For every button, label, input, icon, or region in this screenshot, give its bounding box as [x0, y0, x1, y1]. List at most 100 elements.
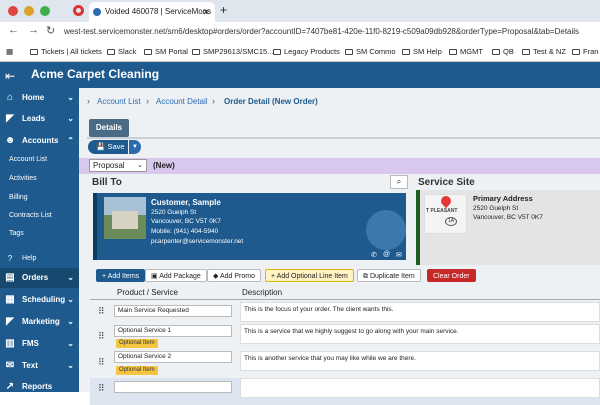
- favicon-icon: [93, 8, 101, 16]
- sidebar-item-home[interactable]: ⌂ Home ⌄: [0, 88, 79, 108]
- chevron-down-icon: ⌄: [137, 162, 143, 169]
- tab-details[interactable]: Details: [89, 119, 129, 137]
- app-title: Acme Carpet Cleaning: [31, 67, 160, 81]
- sidebar-item-scheduling[interactable]: ▦ Scheduling ⌄: [0, 290, 79, 310]
- breadcrumb-current: Order Detail (New Order): [224, 97, 318, 106]
- apps-icon[interactable]: ▦: [6, 47, 13, 56]
- optional-item-badge: Optional Item: [116, 339, 158, 348]
- house-photo: [104, 197, 146, 239]
- add-package-button[interactable]: ▣ Add Package: [145, 269, 207, 282]
- chevron-down-icon: ⌄: [67, 317, 74, 326]
- search-icon[interactable]: ⌕: [390, 175, 408, 189]
- drag-handle-icon[interactable]: ⠿: [98, 357, 105, 368]
- chevron-down-icon: ⌄: [67, 339, 74, 348]
- bookmark-item[interactable]: Test & NZ: [522, 47, 566, 56]
- drag-handle-icon[interactable]: ⠿: [98, 331, 105, 342]
- close-tab-icon[interactable]: ✕: [202, 2, 210, 22]
- customer-mobile: Mobile: (941) 404-5940: [151, 228, 219, 235]
- url-field[interactable]: west-test.servicemonster.net/sm6/desktop…: [64, 25, 600, 39]
- sidebar-sub-billing[interactable]: Billing: [0, 189, 79, 207]
- chevron-down-icon: ⌄: [67, 114, 74, 123]
- save-button[interactable]: 💾 Save: [88, 140, 128, 154]
- product-field[interactable]: [114, 381, 232, 393]
- product-field[interactable]: Optional Service 1: [114, 325, 232, 337]
- site-street: 2520 Guelph St: [473, 205, 519, 212]
- sidebar-item-fms[interactable]: ▥ FMS ⌄: [0, 334, 79, 354]
- home-icon: ⌂: [6, 92, 14, 103]
- column-header-description: Description: [242, 288, 283, 297]
- sidebar-sub-account-list[interactable]: Account List: [0, 151, 79, 169]
- customer-name[interactable]: Customer, Sample: [151, 198, 221, 207]
- phone-icon[interactable]: ✆: [371, 251, 377, 259]
- column-header-product: Product / Service: [117, 288, 178, 297]
- customer-city: Vancouver, BC V5T 0K7: [151, 218, 221, 225]
- breadcrumb-account-list[interactable]: Account List: [97, 97, 141, 106]
- bookmark-item[interactable]: SM Commo: [345, 47, 396, 56]
- bookmarks-bar: ▦ Tickets | All tickets Slack SM Portal …: [0, 42, 600, 62]
- bookmark-item[interactable]: SM Portal: [144, 47, 188, 56]
- bookmark-item[interactable]: QB: [492, 47, 514, 56]
- window-minimize-dot[interactable]: [24, 6, 34, 16]
- bookmark-item[interactable]: Tickets | All tickets: [30, 47, 102, 56]
- back-icon[interactable]: ←: [8, 24, 19, 36]
- decorative-circle: [366, 210, 406, 250]
- browser-tab[interactable]: Voided 460078 | ServiceMons ✕: [89, 2, 215, 22]
- bookmark-item[interactable]: SM Help: [402, 47, 442, 56]
- sidebar-item-reports[interactable]: ↗ Reports: [0, 377, 79, 397]
- product-field[interactable]: Main Service Requested: [114, 305, 232, 317]
- breadcrumb-account-detail[interactable]: Account Detail: [156, 97, 208, 106]
- description-field[interactable]: This is the focus of your order. The cli…: [240, 302, 600, 322]
- customer-email: pcarpenter@servicemonster.net: [151, 238, 244, 245]
- line-chart-icon: ↗: [5, 381, 15, 392]
- duplicate-item-button[interactable]: ⧉ Duplicate Item: [357, 269, 421, 282]
- megaphone-icon: ◤: [6, 316, 14, 327]
- bookmark-item[interactable]: SMP29613/SMC15...: [192, 47, 273, 56]
- service-site-heading: Service Site: [418, 177, 475, 188]
- sidebar-item-marketing[interactable]: ◤ Marketing ⌄: [0, 312, 79, 332]
- description-field[interactable]: [240, 378, 600, 398]
- email-icon[interactable]: ✉: [396, 251, 402, 259]
- sidebar-sub-contracts-list[interactable]: Contracts List: [0, 207, 79, 225]
- chevron-down-icon: ⌄: [67, 93, 74, 102]
- drag-handle-icon[interactable]: ⠿: [98, 383, 105, 394]
- clear-order-button[interactable]: Clear Order: [427, 269, 476, 282]
- menu-collapse-icon[interactable]: ⇤: [5, 69, 15, 83]
- bookmark-item[interactable]: Slack: [107, 47, 136, 56]
- users-icon: ☻: [4, 135, 16, 146]
- description-field[interactable]: This is another service that you may lik…: [240, 351, 600, 371]
- optional-item-badge: Optional Item: [116, 366, 158, 375]
- at-icon[interactable]: @: [383, 251, 390, 258]
- map-badge: 1A: [445, 217, 457, 226]
- bookmark-item[interactable]: Legacy Products: [273, 47, 340, 56]
- description-field[interactable]: This is a service that we highly suggest…: [240, 324, 600, 344]
- new-tab-button[interactable]: +: [220, 3, 227, 17]
- address-bar: ← → ↻ west-test.servicemonster.net/sm6/d…: [0, 22, 600, 42]
- add-items-button[interactable]: + Add Items: [96, 269, 146, 282]
- order-type-select[interactable]: Proposal ⌄: [89, 159, 147, 172]
- add-optional-line-item-button[interactable]: + Add Optional Line Item: [265, 269, 354, 282]
- tab-title: Voided 460078 | ServiceMons: [105, 7, 212, 16]
- sidebar-item-help[interactable]: ? Help: [0, 249, 79, 269]
- app-header: ⇤ Acme Carpet Cleaning: [0, 62, 600, 88]
- window-maximize-dot[interactable]: [40, 6, 50, 16]
- sidebar-sub-tags[interactable]: Tags: [0, 225, 79, 243]
- sidebar-item-orders[interactable]: ▤ Orders ⌄: [0, 268, 79, 288]
- add-promo-button[interactable]: ◆ Add Promo: [207, 269, 261, 282]
- record-icon: [73, 5, 84, 16]
- bookmark-item[interactable]: Fran: [572, 47, 598, 56]
- sidebar-item-accounts[interactable]: ☻ Accounts ⌃: [0, 131, 79, 151]
- bill-to-heading: Bill To: [92, 177, 122, 188]
- forward-icon[interactable]: →: [28, 24, 39, 36]
- reload-icon[interactable]: ↻: [46, 24, 55, 37]
- window-close-dot[interactable]: [8, 6, 18, 16]
- chevron-down-icon: ⌄: [67, 273, 74, 282]
- chat-icon: ✉: [5, 360, 15, 371]
- product-field[interactable]: Optional Service 2: [114, 351, 232, 363]
- chevron-down-icon: ⌄: [67, 295, 74, 304]
- sidebar-item-text[interactable]: ✉ Text ⌄: [0, 356, 79, 376]
- tag-icon: ◆: [213, 273, 220, 280]
- drag-handle-icon[interactable]: ⠿: [98, 306, 105, 317]
- sidebar-sub-activities[interactable]: Activities: [0, 170, 79, 188]
- bookmark-item[interactable]: MGMT: [449, 47, 483, 56]
- sidebar-item-leads[interactable]: ◤ Leads ⌄: [0, 109, 79, 129]
